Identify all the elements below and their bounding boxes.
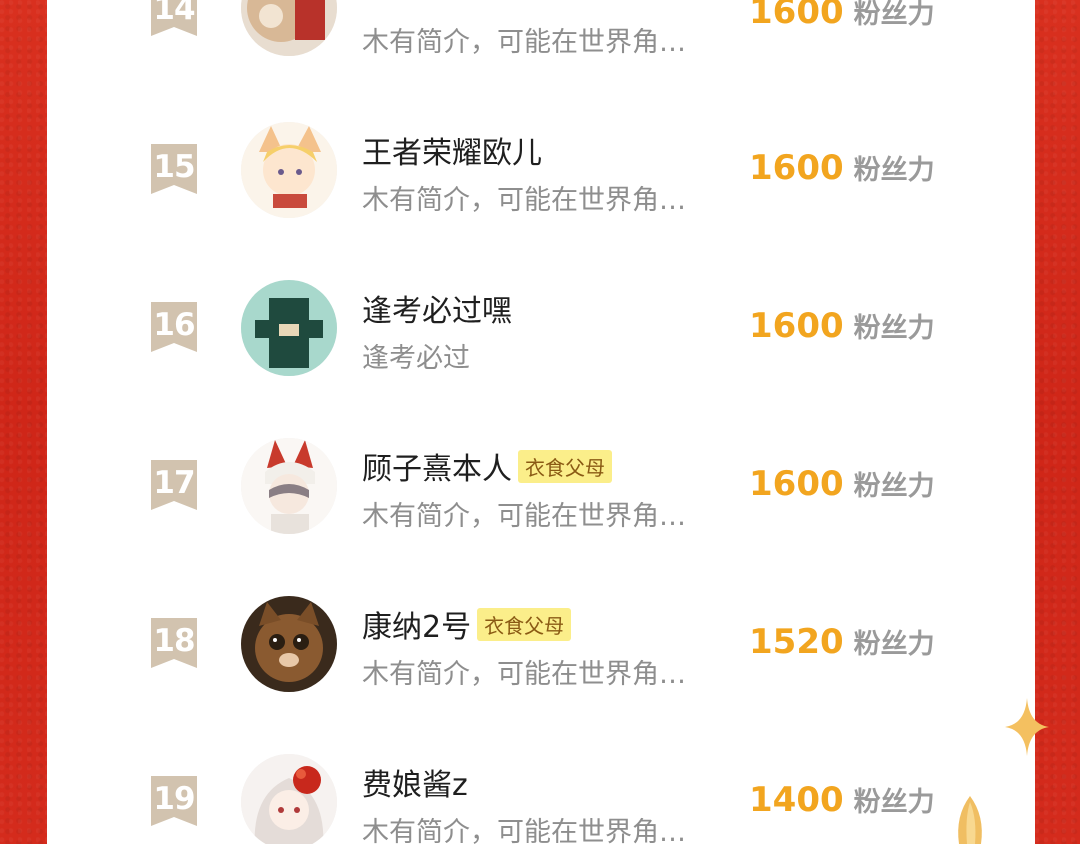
- patron-badge: 衣食父母: [518, 449, 612, 483]
- user-description: 木有简介，可能在世界角…: [362, 817, 686, 844]
- fan-score-value: 1600: [749, 306, 844, 346]
- fan-score: 1600 粉丝力: [749, 306, 935, 346]
- user-name[interactable]: 顾子熹本人: [362, 444, 512, 488]
- fan-score-value: 1400: [749, 780, 844, 820]
- patron-badge: 衣食父母: [477, 607, 572, 641]
- sparkle-icon: [1005, 698, 1049, 756]
- list-item-rank-15[interactable]: 15 王者荣耀欧儿 木有简介，可能在世界角… 1600 粉丝力: [47, 28, 1035, 218]
- fan-score: 1600 粉丝力: [749, 464, 935, 504]
- fan-score-unit: 粉丝力: [853, 155, 935, 186]
- fan-score: 1520 粉丝力: [749, 622, 935, 662]
- leaderboard-card: 14 木有简介，可能在世界角… 1600 粉丝力 15 王者荣耀欧儿 木有简介，…: [47, 0, 1035, 844]
- fan-score-unit: 粉丝力: [853, 787, 935, 818]
- fan-score: 1600 粉丝力: [749, 148, 935, 188]
- user-name[interactable]: 王者荣耀欧儿: [362, 128, 542, 172]
- user-name[interactable]: 康纳2号: [362, 602, 471, 646]
- fan-score: 1400 粉丝力: [749, 780, 935, 820]
- list-item-rank-18[interactable]: 18 康纳2号 衣食父母 木有简介，可能在世界角… 1520 粉丝力: [47, 502, 1035, 692]
- rank-ribbon: 19: [151, 776, 197, 826]
- user-name[interactable]: 逢考必过嘿: [362, 286, 512, 330]
- fan-score-unit: 粉丝力: [853, 313, 935, 344]
- firecracker-icon: [958, 796, 982, 844]
- list-item-rank-14[interactable]: 14 木有简介，可能在世界角… 1600 粉丝力: [47, 0, 1035, 58]
- fan-score-value: 1600: [749, 464, 844, 504]
- fan-score-value: 1520: [749, 622, 844, 662]
- fan-score-unit: 粉丝力: [853, 471, 935, 502]
- fan-score-unit: 粉丝力: [853, 629, 935, 660]
- fan-score-unit: 粉丝力: [853, 0, 935, 30]
- list-item-rank-17[interactable]: 17 顾子熹本人 衣食父母 木有简介，可能在世界角… 1600 粉丝力: [47, 344, 1035, 534]
- fan-score-value: 1600: [749, 148, 844, 188]
- list-item-rank-19[interactable]: 19 费娘酱z 木有简介，可能在世界角… 1400 粉丝力: [47, 660, 1035, 844]
- user-name[interactable]: 费娘酱z: [362, 760, 468, 804]
- avatar[interactable]: [241, 754, 337, 844]
- list-item-rank-16[interactable]: 16 逢考必过嘿 逢考必过 1600 粉丝力: [47, 186, 1035, 376]
